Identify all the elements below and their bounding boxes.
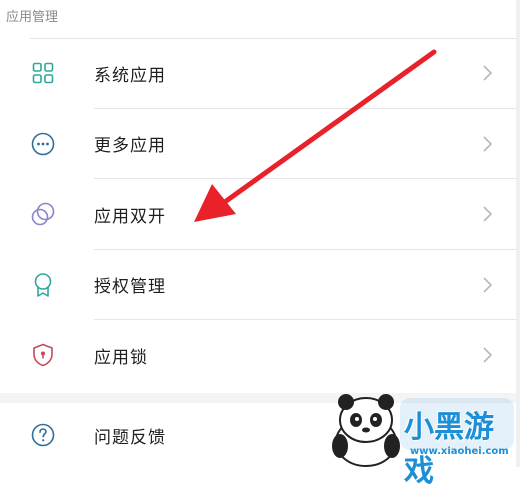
item-label: 更多应用	[94, 136, 166, 157]
item-label: 授权管理	[94, 277, 166, 298]
settings-list: 系统应用 更多应用 应用双开 授权管理 应用锁	[0, 38, 516, 391]
badge-ribbon-icon	[30, 272, 56, 298]
list-item-system-apps[interactable]: 系统应用	[0, 38, 516, 109]
list-item-permission-manager[interactable]: 授权管理	[0, 250, 516, 320]
dual-circles-icon	[30, 201, 56, 227]
list-item-dual-apps[interactable]: 应用双开	[0, 179, 516, 250]
question-circle-icon	[30, 422, 56, 448]
chevron-right-icon	[483, 65, 493, 81]
watermark: 小黑游戏 www.xiaohei.com	[318, 384, 518, 489]
item-label: 应用锁	[94, 347, 148, 368]
item-label: 应用双开	[94, 206, 166, 227]
shield-lock-icon	[30, 342, 56, 368]
section-header: 应用管理	[0, 0, 520, 36]
chevron-right-icon	[483, 347, 493, 363]
list-item-more-apps[interactable]: 更多应用	[0, 109, 516, 179]
watermark-url: www.xiaohei.com	[410, 446, 509, 457]
section-title: 应用管理	[6, 10, 59, 25]
chevron-right-icon	[483, 136, 493, 152]
grid-apps-icon	[30, 60, 56, 86]
chevron-right-icon	[483, 277, 493, 293]
list-item-app-lock[interactable]: 应用锁	[0, 320, 516, 391]
item-label: 系统应用	[94, 65, 166, 86]
item-label: 问题反馈	[94, 427, 166, 448]
more-dots-icon	[30, 131, 56, 157]
chevron-right-icon	[483, 206, 493, 222]
